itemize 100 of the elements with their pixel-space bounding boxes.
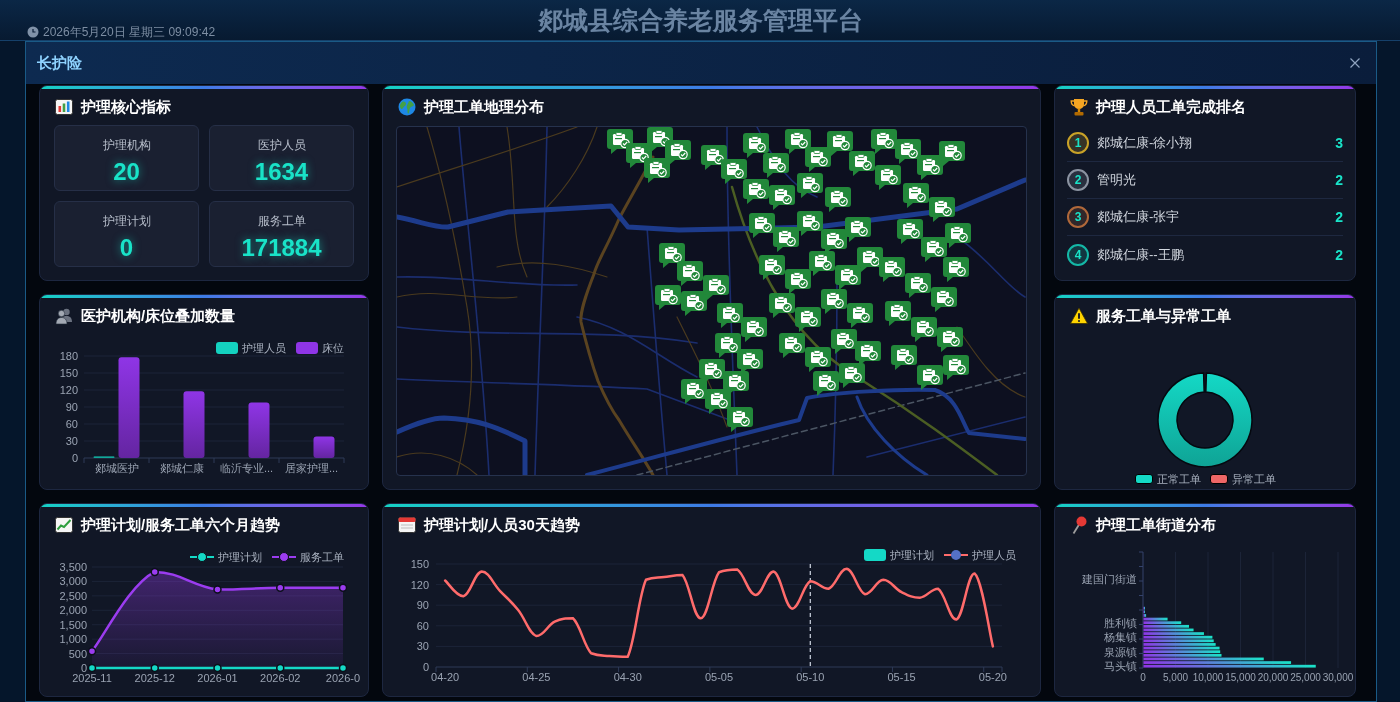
map-marker-icon[interactable] xyxy=(937,327,963,352)
map-marker-icon[interactable] xyxy=(855,341,881,366)
map-marker-icon[interactable] xyxy=(871,129,897,154)
axis-label: 建国门街道 xyxy=(1082,573,1137,586)
axis-label: 15,000 xyxy=(1225,672,1256,683)
map-marker-icon[interactable] xyxy=(879,257,905,282)
legend-label: 护理计划 xyxy=(890,549,934,561)
data-point xyxy=(276,663,285,673)
map-marker-icon[interactable] xyxy=(895,139,921,164)
axis-label: 120 xyxy=(410,578,429,591)
map-marker-icon[interactable] xyxy=(769,185,795,210)
map-marker-icon[interactable] xyxy=(681,379,707,404)
map-marker-icon[interactable] xyxy=(905,273,931,298)
axis-label: 5,000 xyxy=(1163,672,1188,683)
map-view[interactable] xyxy=(396,126,1027,476)
map-marker-icon[interactable] xyxy=(797,173,823,198)
map-marker-icon[interactable] xyxy=(945,223,971,248)
map-marker-icon[interactable] xyxy=(911,317,937,342)
map-marker-icon[interactable] xyxy=(835,265,861,290)
axis-label: 05-15 xyxy=(887,671,916,683)
map-marker-icon[interactable] xyxy=(929,197,955,222)
map-marker-icon[interactable] xyxy=(785,129,811,154)
legend-label: 护理人员 xyxy=(242,342,286,354)
axis-label: 3,000 xyxy=(59,575,87,588)
map-marker-icon[interactable] xyxy=(847,303,873,328)
metric-label: 护理机构 xyxy=(102,137,151,154)
map-marker-icon[interactable] xyxy=(805,347,831,372)
map-marker-icon[interactable] xyxy=(717,303,743,328)
legend-label: 护理人员 xyxy=(972,549,1016,561)
axis-label: 1,000 xyxy=(59,633,87,646)
map-marker-icon[interactable] xyxy=(779,333,805,358)
map-marker-icon[interactable] xyxy=(943,257,969,282)
rank-badge: 2 xyxy=(1067,169,1089,191)
map-marker-icon[interactable] xyxy=(939,141,965,166)
map-marker-icon[interactable] xyxy=(743,133,769,158)
metric-value: 20 xyxy=(113,158,140,186)
bar xyxy=(313,436,335,458)
map-marker-icon[interactable] xyxy=(903,183,929,208)
map-marker-icon[interactable] xyxy=(921,237,947,262)
axis-label: 郯城医护 xyxy=(94,462,139,474)
map-marker-icon[interactable] xyxy=(727,407,753,432)
axis-label: 0 xyxy=(71,452,78,464)
map-marker-icon[interactable] xyxy=(845,217,871,242)
map-marker-icon[interactable] xyxy=(655,285,681,310)
map-marker-icon[interactable] xyxy=(813,371,839,396)
map-marker-icon[interactable] xyxy=(821,229,847,254)
map-marker-icon[interactable] xyxy=(665,140,691,165)
map-marker-icon[interactable] xyxy=(827,131,853,156)
map-marker-icon[interactable] xyxy=(809,251,835,276)
map-marker-icon[interactable] xyxy=(737,349,763,374)
map-marker-icon[interactable] xyxy=(677,261,703,286)
map-marker-icon[interactable] xyxy=(705,389,731,414)
axis-label: 1,500 xyxy=(59,618,87,631)
close-icon[interactable] xyxy=(1350,58,1360,68)
map-marker-icon[interactable] xyxy=(759,255,785,280)
map-marker-icon[interactable] xyxy=(785,269,811,294)
panel-title: 护理人员工单完成排名 xyxy=(1096,97,1246,117)
map-marker-icon[interactable] xyxy=(703,275,729,300)
bar xyxy=(248,402,270,458)
map-marker-icon[interactable] xyxy=(721,159,747,184)
map-marker-icon[interactable] xyxy=(741,317,767,342)
map-marker-icon[interactable] xyxy=(795,307,821,332)
panel-title: 医护机构/床位叠加数量 xyxy=(81,306,236,326)
map-marker-icon[interactable] xyxy=(769,293,795,318)
map-marker-icon[interactable] xyxy=(891,345,917,370)
map-marker-icon[interactable] xyxy=(917,365,943,390)
map-marker-icon[interactable] xyxy=(681,291,707,316)
axis-label: 30 xyxy=(65,435,78,447)
panel-title: 护理核心指标 xyxy=(81,97,171,117)
map-marker-icon[interactable] xyxy=(659,243,685,268)
axis-label: 05-20 xyxy=(978,671,1007,683)
map-marker-icon[interactable] xyxy=(875,165,901,190)
map-marker-icon[interactable] xyxy=(885,301,911,326)
data-point xyxy=(150,663,159,673)
map-marker-icon[interactable] xyxy=(715,333,741,358)
map-marker-icon[interactable] xyxy=(644,158,670,183)
map-marker-icon[interactable] xyxy=(825,187,851,212)
map-marker-icon[interactable] xyxy=(849,151,875,176)
map-marker-icon[interactable] xyxy=(763,153,789,178)
axis-label: 10,000 xyxy=(1192,672,1224,683)
map-marker-icon[interactable] xyxy=(839,363,865,388)
map-marker-icon[interactable] xyxy=(897,219,923,244)
map-marker-icon[interactable] xyxy=(917,155,943,180)
axis-label: 居家护理... xyxy=(284,462,339,474)
map-marker-icon[interactable] xyxy=(805,147,831,172)
axis-label: 60 xyxy=(416,619,429,632)
map-marker-icon[interactable] xyxy=(743,179,769,204)
bar xyxy=(183,391,205,458)
axis-label: 25,000 xyxy=(1290,672,1321,683)
map-marker-icon[interactable] xyxy=(931,287,957,312)
data-point xyxy=(87,663,97,673)
map-marker-icon[interactable] xyxy=(943,355,969,380)
map-marker-icon[interactable] xyxy=(749,213,775,238)
axis-label: 马头镇 xyxy=(1104,660,1137,673)
map-marker-icon[interactable] xyxy=(773,227,799,252)
bar-chart-icon xyxy=(55,98,73,116)
map-marker-icon[interactable] xyxy=(797,211,823,236)
axis-label: 2026-01 xyxy=(197,672,238,684)
map-marker-icon[interactable] xyxy=(831,329,857,354)
map-marker-icon[interactable] xyxy=(821,289,847,314)
